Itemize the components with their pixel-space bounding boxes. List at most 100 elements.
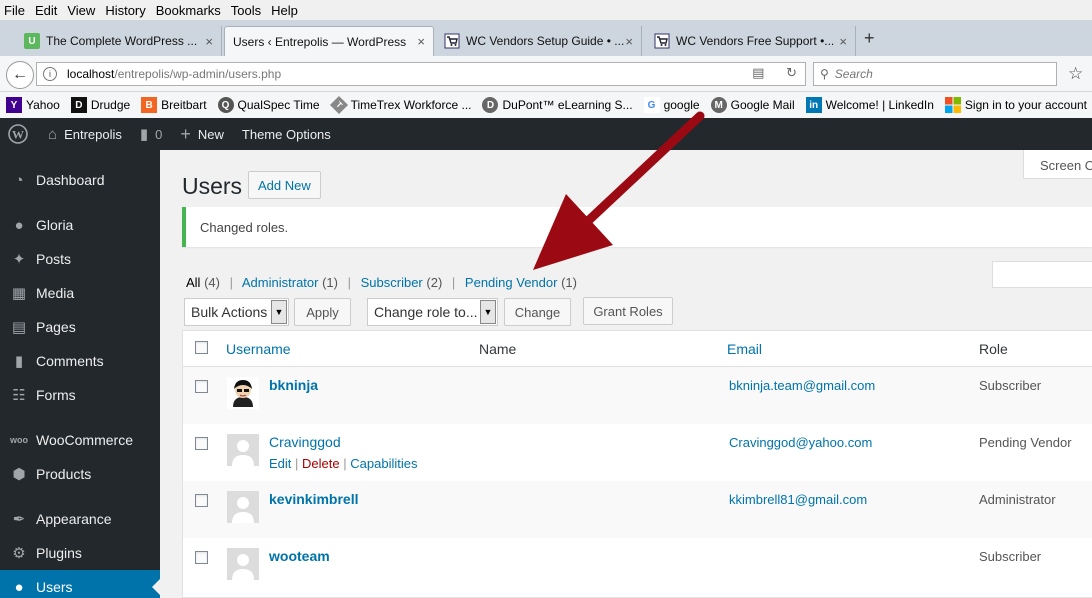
back-button[interactable]: ← bbox=[6, 61, 34, 89]
reload-icon[interactable]: ↻ bbox=[786, 65, 797, 80]
search-bar[interactable]: ⚲ Search bbox=[813, 62, 1057, 86]
column-username[interactable]: Username bbox=[226, 341, 291, 357]
close-tab-icon[interactable]: × bbox=[417, 34, 425, 49]
menu-tools[interactable]: Tools bbox=[231, 3, 261, 18]
capabilities-link[interactable]: Capabilities bbox=[350, 456, 417, 471]
filter-separator: | bbox=[451, 275, 456, 290]
sidebar-item-dashboard[interactable]: ◔ Dashboard bbox=[0, 163, 160, 197]
wordpress-logo-icon[interactable]: W bbox=[8, 124, 28, 144]
filter-subscriber[interactable]: Subscriber bbox=[361, 275, 423, 290]
bookmark-linkedin[interactable]: in Welcome! | LinkedIn bbox=[805, 97, 934, 113]
email-link[interactable]: bkninja.team@gmail.com bbox=[729, 378, 875, 393]
timetrex-icon: T bbox=[329, 95, 348, 115]
row-checkbox[interactable] bbox=[195, 380, 208, 393]
bookmark-yahoo[interactable]: Y Yahoo bbox=[6, 97, 60, 113]
apply-button[interactable]: Apply bbox=[294, 298, 351, 326]
row-action-separator: | bbox=[343, 456, 347, 471]
menu-help[interactable]: Help bbox=[271, 3, 298, 18]
menu-edit[interactable]: Edit bbox=[35, 3, 57, 18]
table-row: bkninja bkninja.team@gmail.com Subscribe… bbox=[183, 367, 1092, 424]
change-role-select[interactable]: Change role to... ▼ bbox=[367, 298, 498, 326]
delete-link[interactable]: Delete bbox=[302, 456, 340, 471]
sidebar-item-pages[interactable]: ▤ Pages bbox=[0, 310, 160, 344]
select-all-checkbox[interactable] bbox=[195, 341, 208, 354]
screen-options-button[interactable]: Screen O bbox=[1023, 150, 1092, 179]
sidebar-item-products[interactable]: ⬢ Products bbox=[0, 457, 160, 491]
sidebar-item-posts[interactable]: ✦ Posts bbox=[0, 242, 160, 276]
users-table: Username Name Email Role bkninja bkninja… bbox=[182, 330, 1092, 598]
column-email[interactable]: Email bbox=[727, 341, 762, 357]
filter-pending-vendor[interactable]: Pending Vendor bbox=[465, 275, 558, 290]
change-button[interactable]: Change bbox=[504, 298, 571, 326]
sidebar-item-woocommerce[interactable]: woo WooCommerce bbox=[0, 423, 160, 457]
menu-file[interactable]: File bbox=[4, 3, 25, 18]
new-tab-button[interactable]: + bbox=[864, 28, 875, 49]
bookmark-timetrex[interactable]: T TimeTrex Workforce ... bbox=[329, 95, 471, 115]
comments-link[interactable]: ▮ 0 bbox=[140, 125, 163, 143]
row-checkbox[interactable] bbox=[195, 494, 208, 507]
username-link[interactable]: wooteam bbox=[269, 548, 330, 564]
drudge-icon: D bbox=[70, 97, 87, 113]
sidebar-item-label: Media bbox=[36, 285, 75, 301]
sidebar-item-label: Pages bbox=[36, 319, 76, 335]
paintbrush-icon: ✒ bbox=[12, 511, 26, 528]
menu-bookmarks[interactable]: Bookmarks bbox=[156, 3, 221, 18]
row-checkbox[interactable] bbox=[195, 437, 208, 450]
sidebar-item-label: Plugins bbox=[36, 545, 82, 561]
bookmark-qualspec[interactable]: Q QualSpec Time bbox=[217, 97, 320, 113]
sidebar-item-gloria[interactable]: ● Gloria bbox=[0, 208, 160, 242]
bookmark-google[interactable]: Ggoogle bbox=[643, 97, 700, 113]
bookmark-dupont[interactable]: D DuPont™ eLearning S... bbox=[482, 97, 633, 113]
add-new-button[interactable]: Add New bbox=[248, 171, 321, 199]
filter-separator: | bbox=[347, 275, 351, 290]
sidebar-item-media[interactable]: ▦ Media bbox=[0, 276, 160, 310]
bookmarks-toolbar: Y Yahoo D Drudge B Breitbart Q QualSpec Time… bbox=[0, 92, 1092, 118]
email-link[interactable]: kkimbrell81@gmail.com bbox=[729, 492, 867, 507]
edit-link[interactable]: Edit bbox=[269, 456, 291, 471]
bookmark-google-mail[interactable]: M Google Mail bbox=[710, 97, 795, 113]
bookmark-star-icon[interactable]: ☆ bbox=[1068, 64, 1083, 84]
username-link[interactable]: bkninja bbox=[269, 377, 318, 393]
bookmark-breitbart[interactable]: B Breitbart bbox=[141, 97, 207, 113]
url-bar[interactable]: i localhost/entrepolis/wp-admin/users.ph… bbox=[36, 62, 806, 86]
tab-wordpress-course[interactable]: U The Complete WordPress ... × bbox=[16, 26, 222, 56]
bookmark-microsoft[interactable]: Sign in to your account bbox=[944, 97, 1087, 113]
new-content-link[interactable]: + New bbox=[180, 124, 224, 145]
sidebar-item-users[interactable]: ● Users bbox=[0, 570, 160, 598]
close-tab-icon[interactable]: × bbox=[205, 34, 213, 49]
row-action-separator: | bbox=[295, 456, 299, 471]
username-link[interactable]: kevinkimbrell bbox=[269, 491, 359, 507]
dropdown-arrow-icon: ▼ bbox=[271, 300, 287, 324]
tab-title: The Complete WordPress ... bbox=[46, 34, 198, 48]
tab-strip: U The Complete WordPress ... × Users ‹ E… bbox=[0, 20, 1092, 56]
sidebar-item-appearance[interactable]: ✒ Appearance bbox=[0, 502, 160, 536]
row-checkbox[interactable] bbox=[195, 551, 208, 564]
wc-vendors-icon bbox=[444, 33, 460, 49]
info-icon[interactable]: i bbox=[43, 67, 57, 81]
forms-icon: ☷ bbox=[12, 387, 26, 404]
bookmark-drudge[interactable]: D Drudge bbox=[70, 97, 130, 113]
close-tab-icon[interactable]: × bbox=[625, 34, 633, 49]
tab-wc-vendors-guide[interactable]: WC Vendors Setup Guide • ... × bbox=[436, 26, 642, 56]
close-tab-icon[interactable]: × bbox=[839, 34, 847, 49]
sidebar-item-comments[interactable]: ▮ Comments bbox=[0, 344, 160, 378]
site-name-link[interactable]: ⌂ Entrepolis bbox=[48, 126, 122, 143]
filter-administrator[interactable]: Administrator bbox=[242, 275, 319, 290]
media-icon: ▦ bbox=[11, 285, 27, 302]
grant-roles-button[interactable]: Grant Roles bbox=[583, 297, 673, 325]
sidebar-item-plugins[interactable]: ⚙ Plugins bbox=[0, 536, 160, 570]
username-link[interactable]: Cravinggod bbox=[269, 434, 341, 450]
dropdown-arrow-icon: ▼ bbox=[480, 300, 496, 324]
theme-options-link[interactable]: Theme Options bbox=[242, 127, 331, 142]
menu-view[interactable]: View bbox=[67, 3, 95, 18]
menu-history[interactable]: History bbox=[105, 3, 145, 18]
filter-all[interactable]: All bbox=[186, 275, 200, 290]
tab-wc-vendors-support[interactable]: WC Vendors Free Support •... × bbox=[646, 26, 856, 56]
search-users-input[interactable] bbox=[992, 261, 1092, 288]
tab-users-entrepolis[interactable]: Users ‹ Entrepolis — WordPress × bbox=[224, 26, 434, 56]
reader-view-icon[interactable]: ▤ bbox=[752, 65, 764, 80]
sidebar-item-forms[interactable]: ☷ Forms bbox=[0, 378, 160, 412]
email-link[interactable]: Cravinggod@yahoo.com bbox=[729, 435, 872, 450]
bulk-actions-select[interactable]: Bulk Actions ▼ bbox=[184, 298, 289, 326]
role-value: Administrator bbox=[979, 492, 1056, 507]
